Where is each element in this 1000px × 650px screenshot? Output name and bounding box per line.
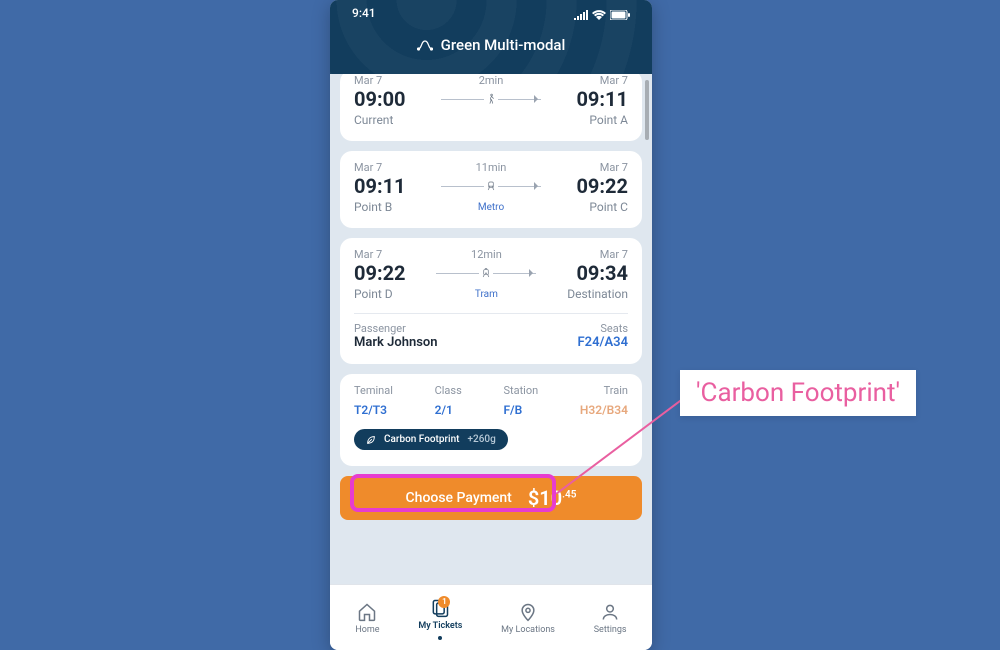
app-header: 9:41 Green Multi-modal bbox=[330, 0, 652, 74]
scroll-area[interactable]: Mar 7 09:00 Current 2min Mar 7 09:11 Poi… bbox=[330, 74, 652, 584]
detail-label: Train bbox=[604, 384, 628, 397]
page-indicator-dot bbox=[438, 636, 442, 640]
detail-label: Class bbox=[435, 384, 462, 397]
passenger-name: Mark Johnson bbox=[354, 335, 438, 350]
depart-date: Mar 7 bbox=[354, 161, 382, 174]
tab-home[interactable]: Home bbox=[355, 602, 379, 635]
seats-value: F24/A34 bbox=[578, 335, 628, 350]
mode-label: Metro bbox=[478, 202, 504, 213]
notification-badge: 1 bbox=[438, 596, 450, 608]
route-arrow bbox=[441, 176, 541, 196]
wifi-icon bbox=[592, 10, 606, 20]
phone-frame: 9:41 Green Multi-modal Mar 7 09:00 Curre… bbox=[330, 0, 652, 650]
tram-icon bbox=[479, 265, 493, 281]
detail-label: Station bbox=[503, 384, 538, 397]
arrive-date: Mar 7 bbox=[600, 74, 628, 87]
depart-time: 09:22 bbox=[354, 261, 406, 285]
battery-icon bbox=[610, 10, 630, 20]
tab-label: Home bbox=[355, 625, 379, 635]
tab-settings[interactable]: Settings bbox=[594, 602, 627, 635]
passenger-label: Passenger bbox=[354, 322, 406, 335]
leg-card[interactable]: Mar 7 09:11 Point B 11min Metro Mar 7 09… bbox=[340, 151, 642, 228]
detail-value: F/B bbox=[503, 403, 522, 417]
header-title-row: Green Multi-modal bbox=[330, 36, 652, 54]
leg-card[interactable]: Mar 7 09:00 Current 2min Mar 7 09:11 Poi… bbox=[340, 74, 642, 141]
metro-icon bbox=[484, 178, 498, 194]
tab-bar: Home 1 My Tickets My Locations Settings bbox=[330, 584, 652, 650]
seats-label: Seats bbox=[600, 322, 628, 335]
detail-label: Teminal bbox=[354, 384, 393, 397]
duration: 11min bbox=[476, 161, 507, 174]
detail-value: T2/T3 bbox=[354, 403, 387, 417]
depart-time: 09:00 bbox=[354, 87, 406, 111]
arrive-date: Mar 7 bbox=[600, 161, 628, 174]
ticket-card: Teminal T2/T3 Class 2/1 Station F/B Train H3… bbox=[340, 374, 642, 520]
detail-grid: Teminal T2/T3 Class 2/1 Station F/B Train H3… bbox=[354, 384, 628, 417]
leaf-icon bbox=[366, 435, 376, 445]
status-bar: 9:41 bbox=[330, 6, 652, 24]
arrive-time: 09:34 bbox=[576, 261, 628, 285]
choose-payment-button[interactable]: Choose Payment $10.45 bbox=[340, 476, 642, 520]
status-time: 9:41 bbox=[352, 6, 376, 24]
arrive-time: 09:22 bbox=[576, 174, 628, 198]
walk-icon bbox=[484, 91, 498, 107]
scrollbar[interactable] bbox=[645, 80, 649, 140]
depart-loc: Current bbox=[354, 113, 393, 127]
location-icon bbox=[518, 602, 538, 622]
annotation-callout: 'Carbon Footprint' bbox=[680, 370, 916, 416]
duration: 12min bbox=[471, 248, 502, 261]
callout-text: 'Carbon Footprint' bbox=[696, 378, 900, 408]
depart-date: Mar 7 bbox=[354, 74, 382, 87]
carbon-value: +260g bbox=[467, 434, 495, 445]
arrive-loc: Point C bbox=[589, 200, 628, 214]
tab-label: Settings bbox=[594, 625, 627, 635]
route-icon bbox=[417, 39, 433, 51]
depart-loc: Point B bbox=[354, 200, 392, 214]
page-title: Green Multi-modal bbox=[441, 36, 566, 54]
route-arrow bbox=[436, 263, 536, 283]
status-icons bbox=[574, 6, 630, 24]
cellular-icon bbox=[574, 10, 588, 20]
depart-loc: Point D bbox=[354, 287, 393, 301]
depart-date: Mar 7 bbox=[354, 248, 382, 261]
arrive-date: Mar 7 bbox=[600, 248, 628, 261]
mode-label: Tram bbox=[475, 289, 498, 300]
tab-label: My Tickets bbox=[418, 621, 462, 631]
leg-card[interactable]: Mar 7 09:22 Point D 12min Tram Mar 7 09:… bbox=[340, 238, 642, 364]
arrive-loc: Destination bbox=[567, 287, 628, 301]
depart-time: 09:11 bbox=[354, 174, 406, 198]
person-icon bbox=[600, 602, 620, 622]
tab-my-tickets[interactable]: 1 My Tickets bbox=[418, 598, 462, 640]
carbon-label: Carbon Footprint bbox=[384, 434, 459, 445]
tab-label: My Locations bbox=[501, 625, 555, 635]
home-icon bbox=[357, 602, 377, 622]
arrive-time: 09:11 bbox=[576, 87, 628, 111]
detail-value: H32/B34 bbox=[580, 403, 628, 417]
arrive-loc: Point A bbox=[589, 113, 628, 127]
passenger-row: Passenger Mark Johnson Seats F24/A34 bbox=[354, 313, 628, 350]
cta-price: $10.45 bbox=[528, 486, 577, 510]
detail-value: 2/1 bbox=[435, 403, 453, 417]
carbon-footprint-pill[interactable]: Carbon Footprint +260g bbox=[354, 429, 508, 450]
duration: 2min bbox=[479, 74, 504, 87]
tab-my-locations[interactable]: My Locations bbox=[501, 602, 555, 635]
route-arrow bbox=[441, 89, 541, 109]
cta-label: Choose Payment bbox=[406, 490, 512, 506]
